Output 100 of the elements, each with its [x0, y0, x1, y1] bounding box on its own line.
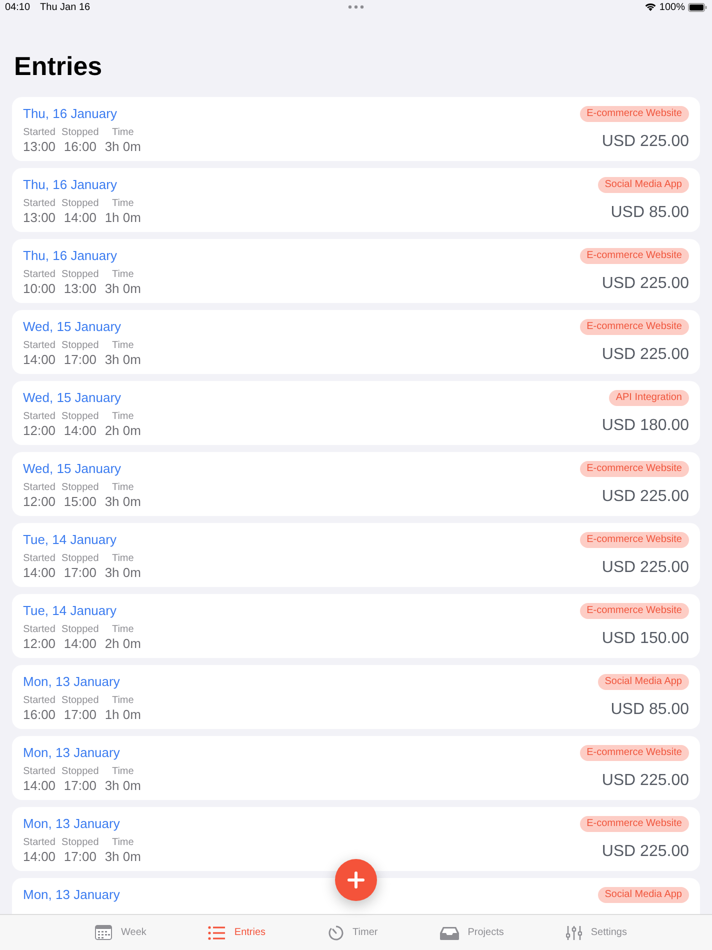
entry-date: Mon, 13 January	[23, 674, 121, 690]
started-value: 12:00	[23, 636, 56, 651]
started-value: 16:00	[23, 707, 56, 722]
column-label: Stopped	[62, 198, 99, 210]
time-value: 3h 0m	[104, 849, 141, 864]
entry-amount: USD 225.00	[602, 345, 689, 365]
project-tag: Social Media App	[598, 887, 689, 903]
entry-amount: USD 225.00	[602, 132, 689, 152]
column-label: Time	[112, 411, 134, 423]
time-value: 2h 0m	[104, 423, 141, 438]
stopped-value: 17:00	[64, 352, 96, 367]
column-label: Time	[112, 340, 134, 352]
column-label: Started	[23, 624, 56, 636]
time-value: 3h 0m	[104, 352, 141, 367]
column-label: Started	[23, 198, 56, 210]
tray-icon	[440, 926, 459, 940]
entry-card[interactable]: Mon, 13 January Social Media App	[12, 878, 700, 914]
column-label: Stopped	[62, 482, 99, 494]
entry-date: Mon, 13 January	[23, 887, 120, 903]
timer-icon	[328, 924, 344, 940]
entry-card[interactable]: Mon, 13 January Started 14:00 Stopped 17:00 Time 3h 0m E-commerce Website USD 225.00	[12, 736, 700, 800]
column-label: Stopped	[62, 411, 99, 423]
column-label: Started	[23, 695, 56, 707]
plus-icon	[347, 871, 365, 889]
entry-amount: USD 225.00	[602, 487, 689, 507]
stopped-value: 14:00	[64, 423, 96, 438]
column-label: Stopped	[62, 695, 99, 707]
column-label: Started	[23, 837, 56, 849]
entry-date: Tue, 14 January	[23, 532, 118, 548]
column-label: Started	[23, 127, 56, 139]
stopped-value: 17:00	[64, 778, 96, 793]
column-label: Stopped	[62, 127, 99, 139]
started-value: 13:00	[23, 210, 56, 225]
column-label: Stopped	[62, 269, 99, 281]
entry-date: Mon, 13 January	[23, 745, 121, 761]
column-label: Time	[112, 127, 134, 139]
entry-date: Thu, 16 January	[23, 177, 118, 193]
list-icon	[208, 926, 226, 940]
page-title: Entries	[14, 50, 104, 83]
column-label: Started	[23, 553, 56, 565]
started-value: 12:00	[23, 494, 56, 509]
project-tag: Social Media App	[598, 177, 689, 193]
column-label: Started	[23, 766, 56, 778]
time-value: 3h 0m	[104, 778, 141, 793]
column-label: Started	[23, 269, 56, 281]
project-tag: E-commerce Website	[580, 461, 689, 477]
entry-card[interactable]: Wed, 15 January Started 14:00 Stopped 17:00 Time 3h 0m E-commerce Website USD 225.00	[12, 310, 700, 374]
entry-card[interactable]: Wed, 15 January Started 12:00 Stopped 14:00 Time 2h 0m API Integration USD 180.00	[12, 381, 700, 445]
started-value: 12:00	[23, 423, 56, 438]
entry-card[interactable]: Tue, 14 January Started 14:00 Stopped 17:00 Time 3h 0m E-commerce Website USD 225.00	[12, 523, 700, 587]
status-date: Thu Jan 16	[40, 0, 90, 14]
project-tag: Social Media App	[598, 674, 689, 690]
column-label: Time	[112, 624, 134, 636]
started-value: 14:00	[23, 565, 56, 580]
project-tag: E-commerce Website	[580, 603, 689, 619]
entry-card[interactable]: Thu, 16 January Started 13:00 Stopped 16:00 Time 3h 0m E-commerce Website USD 225.00	[12, 97, 700, 161]
entry-amount: USD 225.00	[602, 274, 689, 294]
sliders-icon	[566, 924, 582, 940]
started-value: 14:00	[23, 849, 56, 864]
entry-date: Thu, 16 January	[23, 106, 118, 122]
stopped-value: 14:00	[64, 636, 96, 651]
entry-card[interactable]: Mon, 13 January Started 14:00 Stopped 17:00 Time 3h 0m E-commerce Website USD 225.00	[12, 807, 700, 871]
started-value: 14:00	[23, 352, 56, 367]
column-label: Time	[112, 695, 134, 707]
project-tag: E-commerce Website	[580, 106, 689, 122]
entry-amount: USD 225.00	[602, 842, 689, 862]
time-value: 3h 0m	[104, 139, 141, 154]
calendar-icon	[95, 925, 112, 940]
project-tag: E-commerce Website	[580, 248, 689, 264]
column-label: Stopped	[62, 624, 99, 636]
column-label: Stopped	[62, 837, 99, 849]
column-label: Time	[112, 482, 134, 494]
status-time: 04:10	[5, 0, 30, 14]
entry-card[interactable]: Wed, 15 January Started 12:00 Stopped 15:00 Time 3h 0m E-commerce Website USD 225.00	[12, 452, 700, 516]
entry-amount: USD 180.00	[602, 416, 689, 436]
stopped-value: 13:00	[64, 281, 96, 296]
time-value: 1h 0m	[104, 707, 141, 722]
entry-date: Mon, 13 January	[23, 816, 121, 832]
stopped-value: 14:00	[64, 210, 96, 225]
started-value: 13:00	[23, 139, 56, 154]
entry-date: Tue, 14 January	[23, 603, 118, 619]
time-value: 3h 0m	[104, 565, 141, 580]
project-tag: E-commerce Website	[580, 319, 689, 335]
column-label: Time	[112, 269, 134, 281]
project-tag: E-commerce Website	[580, 816, 689, 832]
stopped-value: 17:00	[64, 849, 96, 864]
entry-card[interactable]: Thu, 16 January Started 13:00 Stopped 14:00 Time 1h 0m Social Media App USD 85.00	[12, 168, 700, 232]
started-value: 14:00	[23, 778, 56, 793]
battery-percent: 100%	[659, 0, 685, 14]
time-value: 3h 0m	[104, 494, 141, 509]
entry-card[interactable]: Tue, 14 January Started 12:00 Stopped 14:00 Time 2h 0m E-commerce Website USD 150.00	[12, 594, 700, 658]
time-value: 3h 0m	[104, 281, 141, 296]
entry-card[interactable]: Thu, 16 January Started 10:00 Stopped 13:00 Time 3h 0m E-commerce Website USD 225.00	[12, 239, 700, 303]
column-label: Started	[23, 340, 56, 352]
stopped-value: 17:00	[64, 707, 96, 722]
time-value: 1h 0m	[104, 210, 141, 225]
more-icon	[348, 5, 364, 9]
entry-card[interactable]: Mon, 13 January Started 16:00 Stopped 17:00 Time 1h 0m Social Media App USD 85.00	[12, 665, 700, 729]
column-label: Stopped	[62, 553, 99, 565]
stopped-value: 15:00	[64, 494, 96, 509]
